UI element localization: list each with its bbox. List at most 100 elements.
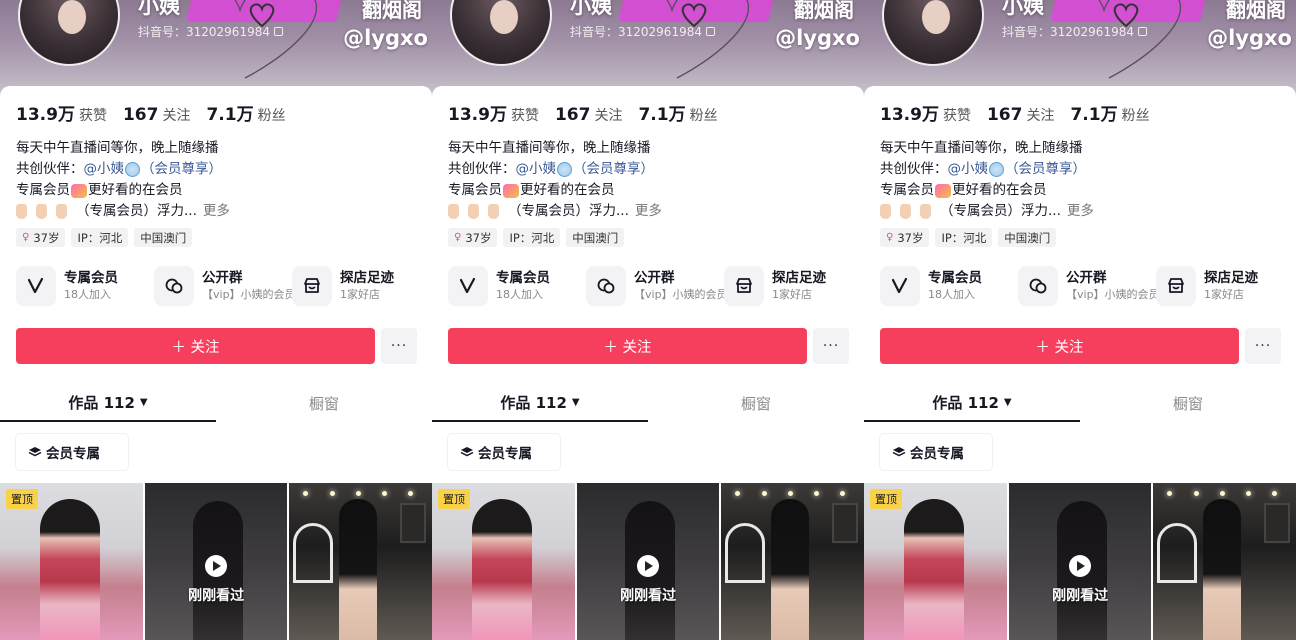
avatar[interactable] (882, 0, 984, 66)
ip-tag: IP：河北 (71, 228, 129, 247)
stat-number: 7.1万 (206, 105, 254, 125)
tab-works[interactable]: 作品 112 ▼ (0, 384, 216, 422)
douyin-id[interactable]: 抖音号：31202961984 (570, 23, 715, 40)
stat-following[interactable]: 167 关注 (987, 105, 1055, 125)
feature-group[interactable]: 公开群 【vip】小姨的会员... (1018, 266, 1170, 306)
stat-likes[interactable]: 13.9万 获赞 (880, 100, 971, 125)
feature-shop[interactable]: 探店足迹 1家好店 (1156, 266, 1282, 306)
member-only-filter[interactable]: 会员专属 (880, 434, 992, 470)
feature-vip[interactable]: 专属会员 18人加入 (16, 266, 142, 306)
nickname: 小姨 (1002, 0, 1044, 18)
feature-vip[interactable]: 专属会员 18人加入 (880, 266, 1006, 306)
feature-group[interactable]: 公开群 【vip】小姨的会员... (154, 266, 306, 306)
stat-number: 167 (986, 105, 1023, 125)
copy-icon[interactable] (273, 27, 283, 36)
feature-shop[interactable]: 探店足迹 1家好店 (292, 266, 418, 306)
globe-icon (989, 162, 1004, 177)
point-down-icon (920, 204, 931, 219)
bio-text: 更好看的在会员 (952, 182, 1047, 198)
recently-watched-label: 刚刚看过 (620, 588, 677, 604)
bio-more-link[interactable]: 更多 (1067, 201, 1094, 222)
profile-panel-1: 小姨 抖音号：31202961984 翻烟阁 @lygxo 13.9万 获赞 1… (0, 0, 432, 640)
video-thumbnail[interactable] (289, 483, 432, 640)
video-cover (904, 499, 964, 640)
bio-more-link[interactable]: 更多 (635, 201, 662, 222)
tab-window[interactable]: 橱窗 (648, 384, 864, 422)
member-only-filter[interactable]: 会员专属 (448, 434, 560, 470)
profile-card: 13.9万 获赞 167 关注 7.1万 粉丝 每天中午直播间等你，晚上随缘播 … (0, 86, 432, 640)
video-cover (339, 499, 378, 640)
avatar[interactable] (18, 0, 120, 66)
copy-icon[interactable] (705, 27, 715, 36)
stat-number: 167 (122, 105, 159, 125)
point-down-icon (36, 204, 47, 219)
douyin-id[interactable]: 抖音号：31202961984 (1002, 23, 1147, 40)
bio-more-link[interactable]: 更多 (203, 201, 230, 222)
feature-vip[interactable]: 专属会员 18人加入 (448, 266, 574, 306)
video-thumbnail[interactable]: 置顶 (0, 483, 143, 640)
copy-icon[interactable] (1137, 27, 1147, 36)
follow-button[interactable]: ＋ 关注 (16, 328, 375, 364)
member-only-filter[interactable]: 会员专属 (16, 434, 128, 470)
stat-following[interactable]: 167 关注 (555, 105, 623, 125)
video-thumbnail[interactable]: 刚刚看过 (1008, 483, 1152, 640)
bio-text: 专属会员 (880, 182, 934, 198)
feature-group[interactable]: 公开群 【vip】小姨的会员... (586, 266, 738, 306)
bio-line: 每天中午直播间等你，晚上随缘播 (16, 140, 219, 156)
stat-likes[interactable]: 13.9万 获赞 (16, 100, 107, 125)
tab-window[interactable]: 橱窗 (216, 384, 432, 422)
stat-following[interactable]: 167 关注 (123, 105, 191, 125)
arched-window (293, 523, 334, 583)
follow-button[interactable]: ＋ 关注 (448, 328, 807, 364)
partner-link[interactable]: @小姨 (948, 159, 989, 180)
more-options-button[interactable]: ··· (1245, 328, 1281, 364)
feature-row: 专属会员 18人加入 公开群 【vip】小姨的会员... 探店足迹 1家好店 (16, 266, 432, 306)
feature-title: 探店足迹 (340, 270, 394, 286)
bio-line: 每天中午直播间等你，晚上随缘播 (880, 140, 1083, 156)
tab-works[interactable]: 作品 112 ▼ (864, 384, 1080, 422)
point-down-icon (880, 204, 891, 219)
nickname: 小姨 (138, 0, 180, 18)
video-thumbnail[interactable]: 置顶 (432, 483, 575, 640)
globe-icon (125, 162, 140, 177)
video-thumbnail[interactable] (1153, 483, 1296, 640)
feature-shop[interactable]: 探店足迹 1家好店 (724, 266, 850, 306)
bio-line: 共创伙伴： @小姨 （会员尊享） (448, 159, 662, 180)
stat-followers[interactable]: 7.1万 粉丝 (206, 100, 285, 125)
video-thumbnail[interactable] (721, 483, 864, 640)
point-down-icon (468, 204, 479, 219)
more-options-button[interactable]: ··· (381, 328, 417, 364)
avatar[interactable] (450, 0, 552, 66)
tag-text: 37岁 (33, 230, 60, 245)
profile-tags: ♀ 37岁 IP：河北 中国澳门 (448, 228, 625, 247)
tab-window[interactable]: 橱窗 (1080, 384, 1296, 422)
content-tabs: 作品 112 ▼ 橱窗 (432, 384, 864, 422)
bio-line: 共创伙伴： @小姨 （会员尊享） (880, 159, 1094, 180)
age-tag: ♀ 37岁 (448, 228, 498, 247)
profile-banner: 小姨 抖音号：31202961984 翻烟阁 @lygxo (864, 0, 1296, 96)
video-thumbnail[interactable]: 刚刚看过 (576, 483, 720, 640)
point-down-icon (900, 204, 911, 219)
stat-label: 关注 (162, 108, 191, 124)
partner-link[interactable]: @小姨 (84, 159, 125, 180)
video-thumbnail[interactable]: 置顶 (864, 483, 1007, 640)
tab-works[interactable]: 作品 112 ▼ (432, 384, 648, 422)
stat-followers[interactable]: 7.1万 粉丝 (638, 100, 717, 125)
douyin-id-text: 抖音号：31202961984 (570, 25, 702, 39)
partner-link[interactable]: @小姨 (516, 159, 557, 180)
video-grid: 置顶 刚刚看过 (864, 483, 1296, 640)
bio-text: 共创伙伴： (448, 161, 516, 177)
female-icon: ♀ (886, 232, 894, 243)
video-thumbnail[interactable]: 刚刚看过 (144, 483, 288, 640)
douyin-id[interactable]: 抖音号：31202961984 (138, 23, 283, 40)
more-options-button[interactable]: ··· (813, 328, 849, 364)
profile-tags: ♀ 37岁 IP：河北 中国澳门 (16, 228, 193, 247)
follow-button[interactable]: ＋ 关注 (880, 328, 1239, 364)
stat-label: 关注 (594, 108, 623, 124)
age-tag: ♀ 37岁 (880, 228, 930, 247)
stat-likes[interactable]: 13.9万 获赞 (448, 100, 539, 125)
pinned-badge: 置顶 (870, 489, 902, 509)
stat-followers[interactable]: 7.1万 粉丝 (1070, 100, 1149, 125)
stat-number: 13.9万 (880, 105, 939, 125)
heart-gift-icon (71, 183, 87, 198)
